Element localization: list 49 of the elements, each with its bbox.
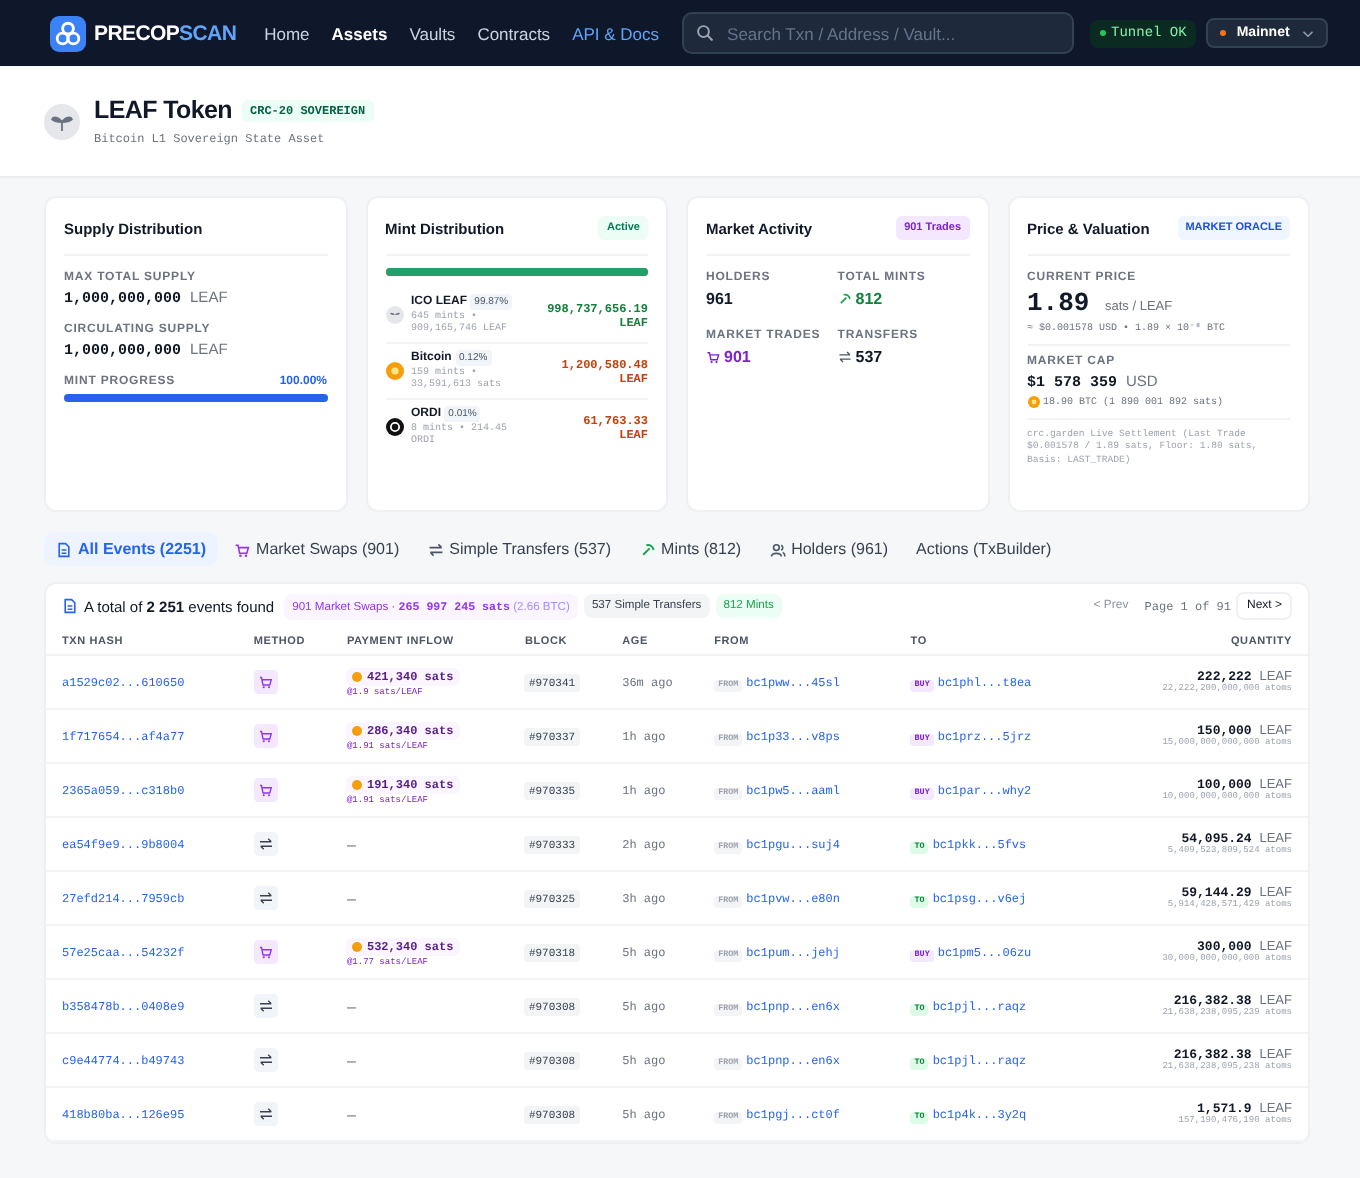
filter-tab[interactable]: Holders (961) — [757, 532, 901, 566]
swap-arrows-icon — [837, 350, 852, 364]
empty-dash: – — [346, 997, 356, 1015]
empty-dash: – — [346, 835, 356, 853]
document-icon — [56, 541, 72, 557]
filter-tab[interactable]: Mints (812) — [627, 532, 754, 566]
swap-arrows-icon — [253, 1048, 278, 1072]
cart-icon — [234, 541, 251, 557]
logo-text[interactable]: PRECOPSCAN — [94, 21, 237, 45]
stat-value: 537 — [855, 348, 883, 366]
coin-icon — [385, 362, 403, 380]
nav-link[interactable]: Assets — [331, 23, 388, 43]
swap-arrows-icon — [253, 1102, 278, 1126]
nav-link[interactable]: Vaults — [409, 23, 456, 43]
pickaxe-icon — [639, 541, 656, 557]
filter-tab[interactable]: Simple Transfers (537) — [415, 532, 624, 566]
caret-icon — [1301, 29, 1314, 37]
filter-tab[interactable]: All Events (2251) — [44, 532, 219, 566]
stat-value: 812 — [855, 290, 883, 308]
swap-arrows-icon — [253, 832, 278, 856]
swap-arrows-icon — [427, 541, 444, 557]
token-icon — [385, 418, 403, 436]
cart-icon — [706, 350, 720, 364]
token-name: LEAF Token — [94, 96, 232, 124]
cart-icon — [253, 940, 278, 964]
coin-icon — [1027, 396, 1039, 408]
empty-dash: – — [346, 889, 356, 907]
empty-dash: – — [346, 1051, 356, 1069]
swap-arrows-icon — [253, 994, 278, 1018]
search-field[interactable]: Search Txn / Address / Vault... — [681, 12, 1074, 54]
nav-link[interactable]: Home — [264, 23, 310, 43]
nav-link[interactable]: API & Docs — [572, 23, 660, 43]
nav-link[interactable]: Contracts — [477, 23, 551, 43]
filter-tab[interactable]: Market Swaps (901) — [222, 532, 412, 566]
empty-dash: – — [346, 1105, 356, 1123]
sprout-icon — [385, 306, 403, 324]
logo-icon[interactable] — [50, 15, 86, 51]
cart-icon — [253, 670, 278, 694]
search-icon — [695, 24, 714, 42]
cart-icon — [253, 778, 278, 802]
swap-arrows-icon — [253, 886, 278, 910]
stat-value: 901 — [724, 348, 751, 366]
filter-tab[interactable]: Actions (TxBuilder) — [904, 532, 1064, 566]
people-icon — [769, 541, 786, 557]
sprout-icon — [44, 103, 80, 139]
cart-icon — [253, 724, 278, 748]
stat-value: 961 — [706, 290, 733, 308]
pickaxe-icon — [837, 292, 852, 306]
document-icon — [62, 598, 78, 614]
